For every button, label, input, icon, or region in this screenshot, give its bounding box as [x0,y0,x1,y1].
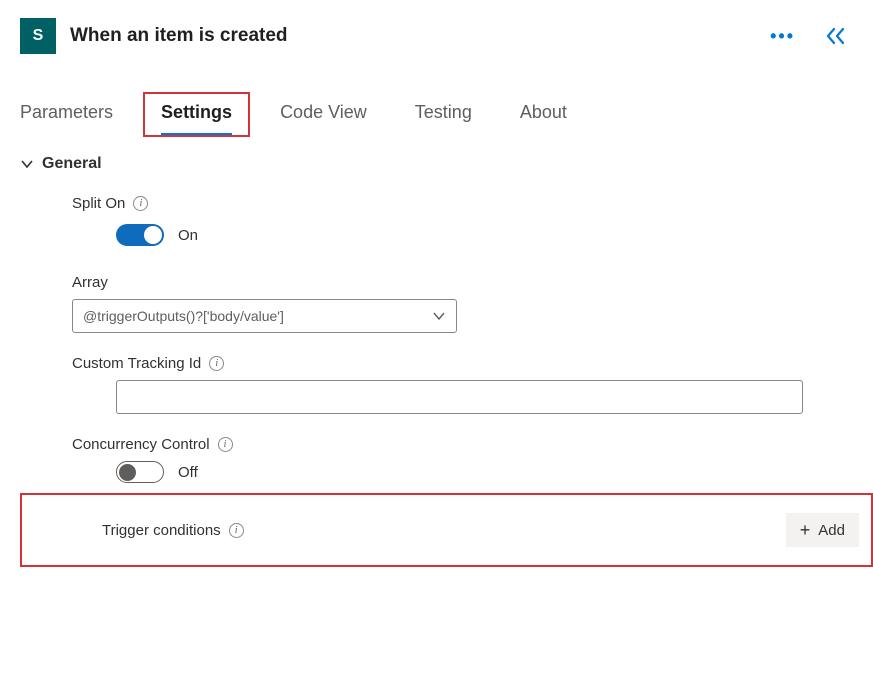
tab-parameters[interactable]: Parameters [20,92,137,137]
array-select[interactable]: @triggerOutputs()?['body/value'] [72,299,457,333]
tab-testing[interactable]: Testing [391,92,496,137]
tab-bar: Parameters Settings Code View Testing Ab… [0,66,873,137]
split-on-state: On [178,227,198,244]
tab-about[interactable]: About [496,92,591,137]
tab-settings[interactable]: Settings [137,92,256,137]
tab-settings-label: Settings [161,102,232,122]
settings-content: General Split On i On Array @triggerOutp… [0,137,873,585]
concurrency-state: Off [178,464,198,481]
array-label: Array [72,274,853,291]
collapse-panel-icon[interactable] [825,27,847,45]
concurrency-label: Concurrency Control [72,436,210,453]
trigger-conditions-row: Trigger conditions i + Add [20,493,873,567]
card-title: When an item is created [70,25,756,47]
split-on-label-row: Split On i [72,195,853,212]
chevron-down-icon [20,157,34,171]
section-general-title: General [42,155,102,173]
sharepoint-icon: S [20,18,56,54]
plus-icon: + [800,521,811,539]
custom-tracking-label-row: Custom Tracking Id i [72,355,853,372]
more-options-icon[interactable]: ••• [770,26,795,47]
custom-tracking-label: Custom Tracking Id [72,355,201,372]
info-icon[interactable]: i [218,437,233,452]
header-actions: ••• [770,26,853,47]
concurrency-toggle[interactable] [116,461,164,483]
chevron-down-icon [432,309,446,323]
split-on-label: Split On [72,195,125,212]
concurrency-label-row: Concurrency Control i [72,436,853,453]
icon-glyph: S [33,27,44,45]
array-value: @triggerOutputs()?['body/value'] [83,308,284,324]
section-general-header[interactable]: General [20,155,853,173]
add-button-label: Add [818,522,845,539]
trigger-conditions-label: Trigger conditions [102,522,221,539]
array-label-text: Array [72,274,108,291]
concurrency-toggle-row: Off [72,461,853,483]
action-header: S When an item is created ••• [0,0,873,66]
trigger-conditions-label-row: Trigger conditions i [50,522,244,539]
add-trigger-condition-button[interactable]: + Add [786,513,859,547]
tab-code-view[interactable]: Code View [256,92,391,137]
custom-tracking-input[interactable] [116,380,803,414]
info-icon[interactable]: i [133,196,148,211]
split-on-toggle[interactable] [116,224,164,246]
info-icon[interactable]: i [229,523,244,538]
split-on-toggle-row: On [72,224,853,246]
section-general-body: Split On i On Array @triggerOutputs()?['… [20,195,853,567]
info-icon[interactable]: i [209,356,224,371]
